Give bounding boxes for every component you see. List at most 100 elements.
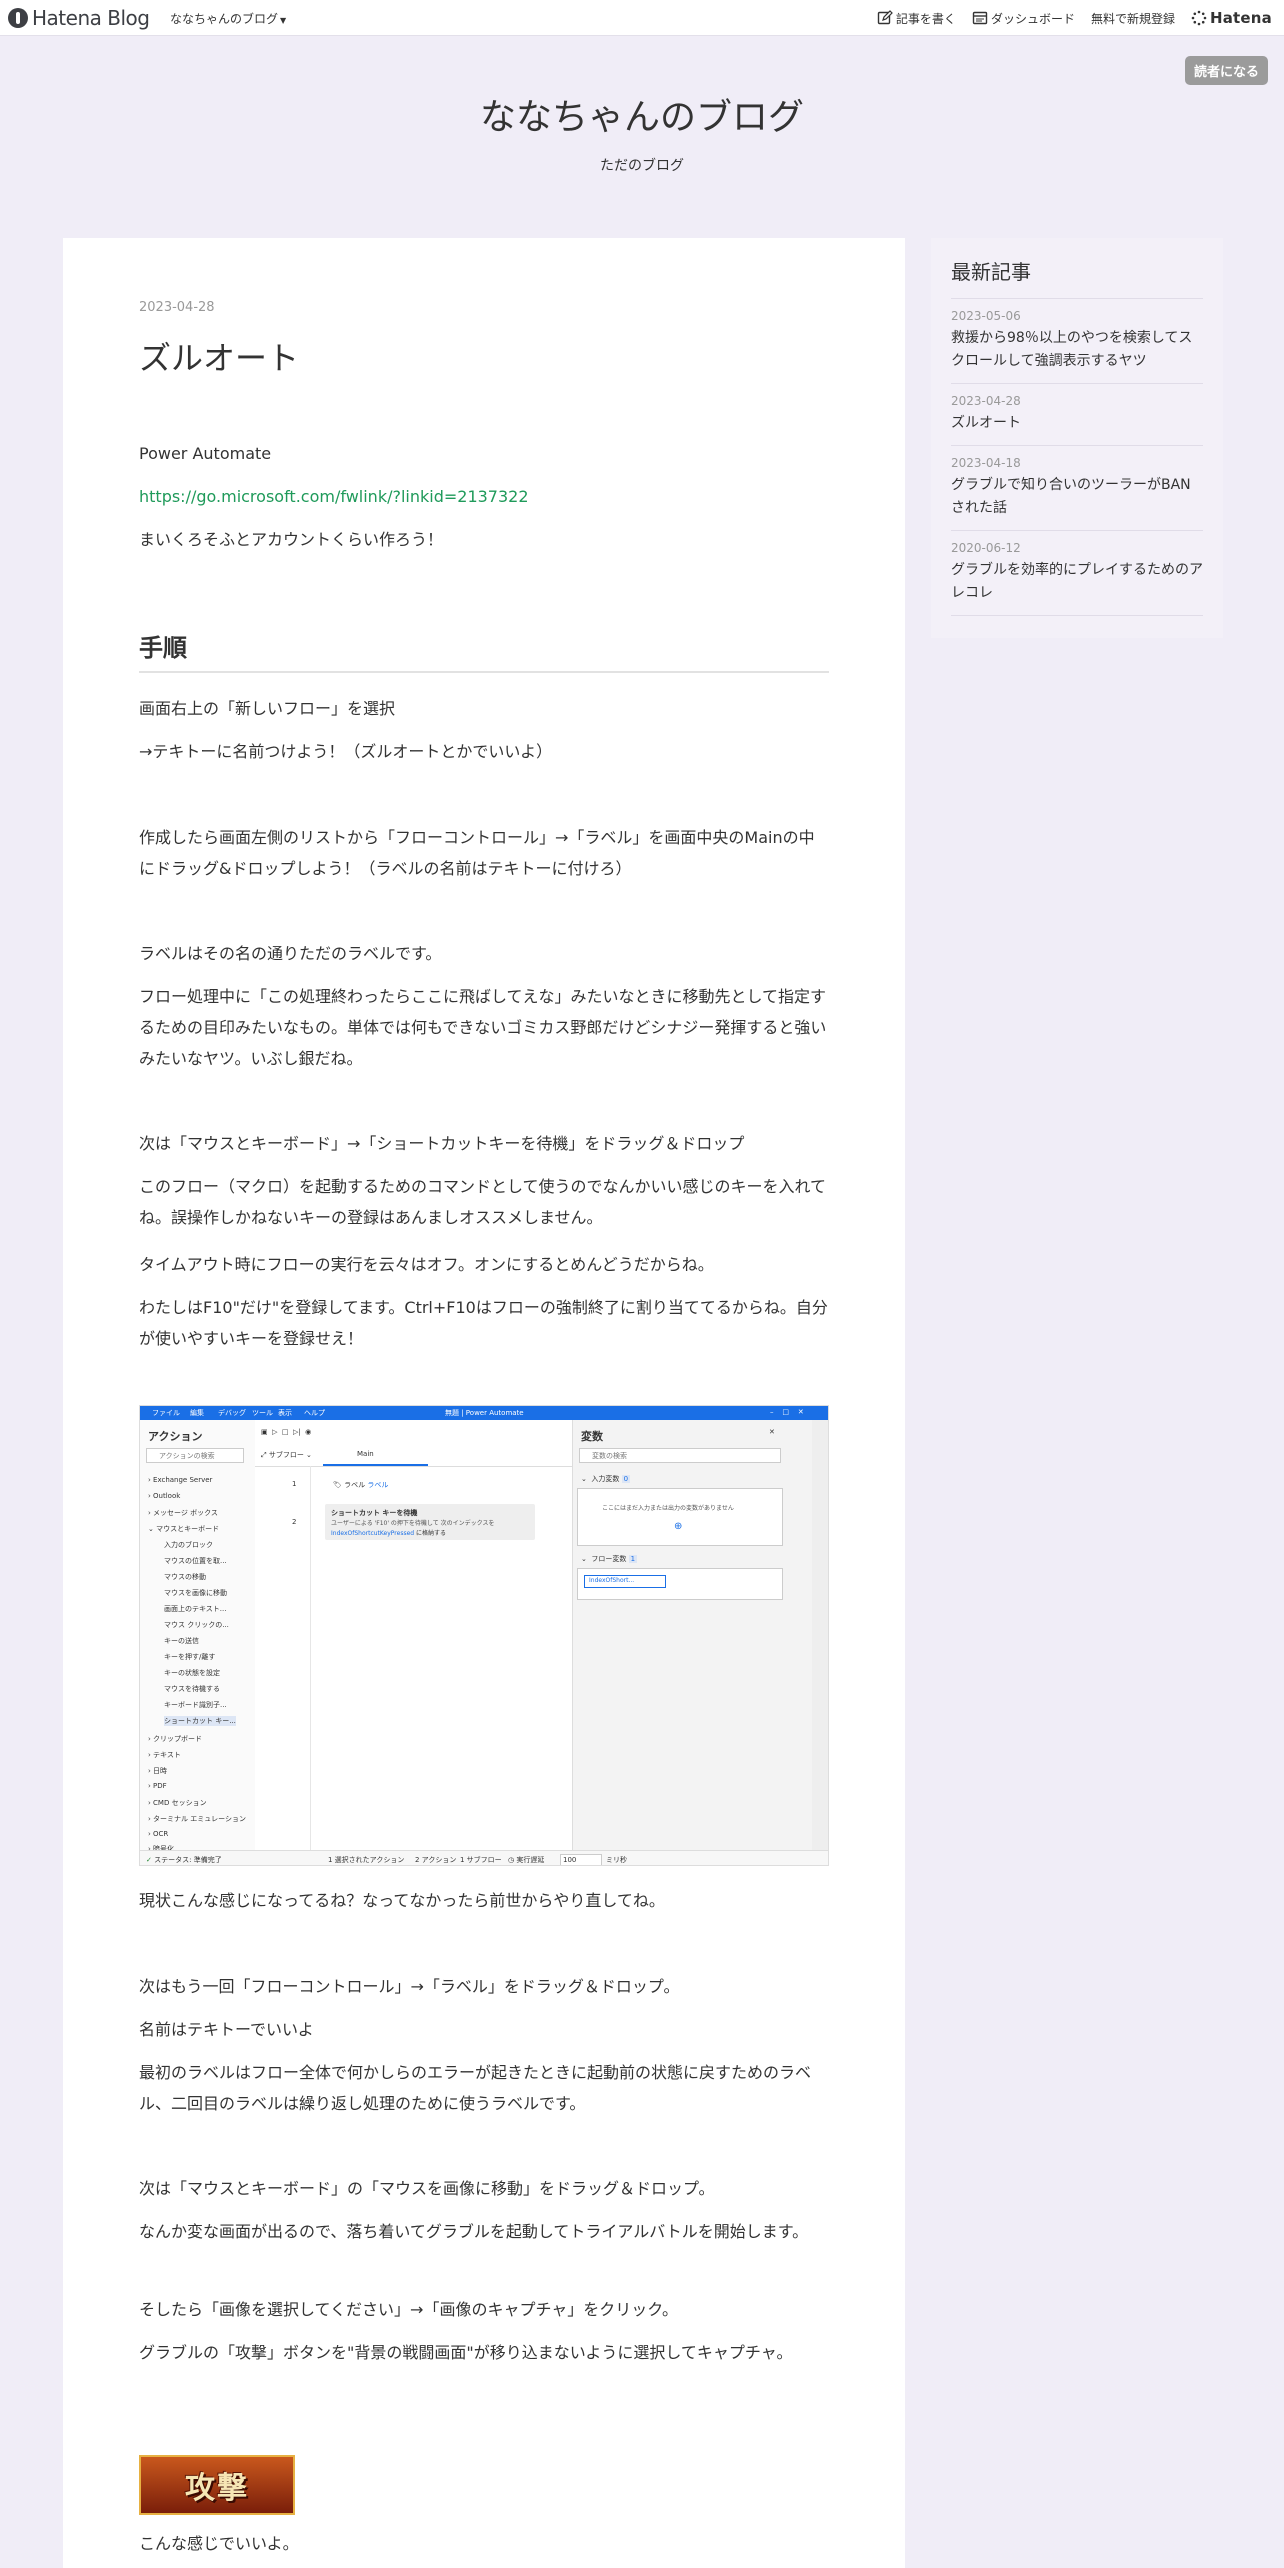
pa-actions-search-placeholder: アクションの検索 xyxy=(159,1452,215,1460)
pa-flow-var-chip: IndexOfShort... xyxy=(584,1575,666,1588)
pa-tree-item: 画面上のテキスト... xyxy=(164,1605,227,1613)
pa-icon-strip xyxy=(812,1420,828,1850)
entry-date[interactable]: 2023-04-28 xyxy=(139,300,829,315)
pa-tree-item: マウスの位置を取... xyxy=(164,1557,227,1565)
paragraph: 画面右上の「新しいフロー」を選択 xyxy=(139,699,396,718)
pa-variables-search: 変数の検索 xyxy=(579,1448,781,1463)
pa-menu-item: ツール xyxy=(252,1409,273,1417)
pa-menu-item: ファイル xyxy=(152,1409,180,1417)
dashboard-link[interactable]: ダッシュボード xyxy=(972,10,1075,27)
paragraph: →テキトーに名前つけよう！（ズルオートとかでいいよ） xyxy=(139,742,553,761)
recent-entry-date: 2023-04-28 xyxy=(951,394,1021,408)
article-header: 2023-04-28 ズルオート xyxy=(139,300,829,379)
pa-tree-label: テキスト xyxy=(153,1751,181,1759)
paragraph: 最初のラベルはフロー全体で何かしらのエラーが起きたときに起動前の状態に戻すための… xyxy=(139,2063,812,2113)
paragraph: このフロー（マクロ）を起動するためのコマンドとして使うのでなんかいい感じのキーを… xyxy=(139,1177,827,1227)
entry-title[interactable]: ズルオート xyxy=(139,333,829,379)
logo-text: Hatena Blog xyxy=(32,6,150,30)
write-entry-link[interactable]: 記事を書く xyxy=(877,10,956,27)
pa-flow-vars-header: ⌄ フロー変数 1 xyxy=(581,1555,638,1563)
pa-step-card: ショートカット キーを待機 ユーザーによる 'F10' の押下を待機して 次のイ… xyxy=(325,1504,535,1540)
pa-tree-item: ショートカット キー... xyxy=(164,1716,236,1726)
header-nav: 記事を書く ダッシュボード 無料で新規登録 Hatena xyxy=(861,0,1272,36)
pa-designer-pane: ▣ ▷ □ ▷| ◉ ⤢ サブフロー ⌄ Main 1 🏷 ラベル ラベル 2 … xyxy=(255,1420,572,1850)
paragraph: グラブルの「攻撃」ボタンを"背景の戦闘画面"が移り込まないように選択してキャプチ… xyxy=(139,2343,793,2362)
pa-flow-vars-label: フロー変数 xyxy=(591,1555,627,1563)
pa-step-label-text: ラベル xyxy=(344,1481,366,1489)
paragraph: まいくろそふとアカウントくらい作ろう！ xyxy=(139,530,444,549)
write-entry-label: 記事を書く xyxy=(895,11,956,26)
blog-title[interactable]: ななちゃんのブログ xyxy=(0,88,1284,140)
hatena-dots-icon xyxy=(1191,10,1207,26)
pa-tree-item: › CMD セッション xyxy=(148,1799,207,1807)
pa-flow-var-chip-label: IndexOfShort... xyxy=(589,1577,635,1584)
pa-step-number: 1 xyxy=(292,1480,297,1488)
pa-status-delay-label: 実行遅延 xyxy=(516,1856,545,1864)
paragraph: 次はもう一回「フローコントロール」→「ラベル」をドラッグ＆ドロップ。 xyxy=(139,1977,680,1996)
caret-down-icon: ▼ xyxy=(280,16,287,25)
blog-description: ただのブログ xyxy=(600,158,684,174)
paragraph: フロー処理中に「この処理終わったらここに飛ばしてえな」みたいなときに移動先として… xyxy=(139,987,827,1068)
pa-tree-label: メッセージ ボックス xyxy=(153,1509,218,1517)
pa-menu-item: 編集 xyxy=(190,1409,204,1417)
dashboard-label: ダッシュボード xyxy=(990,11,1075,26)
pa-status-ready: ✓ ステータス: 準備完了 xyxy=(146,1856,222,1864)
paragraph: 次は「マウスとキーボード」の「マウスを画像に移動」をドラッグ＆ドロップ。 xyxy=(139,2179,715,2198)
pa-gutter-line xyxy=(310,1466,311,1850)
pa-window-title: 無題 | Power Automate xyxy=(445,1409,524,1417)
pa-status-ready-text: ステータス: 準備完了 xyxy=(154,1856,222,1864)
pa-step-label: 🏷 ラベル ラベル xyxy=(333,1481,389,1489)
pa-tree-item: › ターミナル エミュレーション xyxy=(148,1815,246,1823)
recent-entry: 2023-05-06 救援から98％以上のやつを検索してスクロールして強調表示す… xyxy=(951,298,1203,383)
pa-tree-label: Outlook xyxy=(153,1492,181,1500)
pa-tree-item: › 日時 xyxy=(148,1767,168,1775)
pa-variables-search-placeholder: 変数の検索 xyxy=(592,1452,627,1460)
pa-menu-item: 表示 xyxy=(278,1409,292,1417)
pa-input-vars-count: 0 xyxy=(621,1475,631,1483)
pa-input-vars-box: ここにはまだ入力または出力の変数がありません ⊕ xyxy=(577,1488,783,1546)
pa-tree-label: CMD セッション xyxy=(153,1799,207,1807)
pa-statusbar: ✓ ステータス: 準備完了 1 選択されたアクション 2 アクション 1 サブフ… xyxy=(140,1850,828,1865)
pa-tree-item: 入力のブロック xyxy=(164,1541,213,1549)
hatena-blog-logo[interactable]: Hatena Blog xyxy=(8,6,150,30)
pa-tree-item: キーの状態を設定 xyxy=(164,1669,220,1677)
recent-entry-date: 2020-06-12 xyxy=(951,541,1021,555)
pa-tree-item: › OCR xyxy=(148,1830,169,1838)
pa-variables-title: 変数 xyxy=(581,1430,603,1443)
blog-dropdown[interactable]: ななちゃんのブログ ▼ xyxy=(170,10,286,27)
pa-delay-value: 100 xyxy=(563,1856,577,1864)
signup-link[interactable]: 無料で新規登録 xyxy=(1091,10,1175,27)
pa-tree-item: マウスを待機する xyxy=(164,1685,220,1693)
pa-tree-item: › Outlook xyxy=(148,1492,181,1500)
pa-actions-pane: アクション アクションの検索 › Exchange Server › Outlo… xyxy=(140,1420,256,1853)
recent-entry-link[interactable]: 救援から98％以上のやつを検索してスクロールして強調表示するヤツ xyxy=(951,327,1203,373)
paragraph: Power Automate xyxy=(139,444,272,463)
pa-step-card-title: ショートカット キーを待機 xyxy=(331,1509,418,1517)
pa-tree-label: 日時 xyxy=(153,1767,168,1775)
paragraph: タイムアウト時にフローの実行を云々はオフ。オンにするとめんどうだからね。 xyxy=(139,1255,714,1274)
pa-tree-item: マウス クリックの... xyxy=(164,1621,229,1629)
power-automate-link[interactable]: https://go.microsoft.com/fwlink/?linkid=… xyxy=(139,487,529,506)
subscribe-button[interactable]: 読者になる xyxy=(1184,56,1268,85)
main-content: 2023-04-28 ズルオート Power Automate https://… xyxy=(63,238,905,2568)
recent-entry-link[interactable]: ズルオート xyxy=(951,412,1203,435)
pa-step-var-name: IndexOfShortcutKeyPressed xyxy=(331,1530,415,1537)
recent-entry-date: 2023-05-06 xyxy=(951,309,1021,323)
pa-tree-item: キーの送信 xyxy=(164,1637,199,1645)
hatena-menu-link[interactable]: Hatena xyxy=(1191,9,1272,27)
power-automate-screenshot: ファイル 編集 デバッグ ツール 表示 ヘルプ 無題 | Power Autom… xyxy=(139,1405,829,1866)
pa-subflow-label: サブフロー xyxy=(268,1451,304,1459)
sidebar-recent-entries: 最新記事 2023-05-06 救援から98％以上のやつを検索してスクロールして… xyxy=(931,238,1223,638)
pa-tree-label: マウスとキーボード xyxy=(156,1525,220,1533)
pa-tree-item: › Exchange Server xyxy=(148,1476,213,1484)
signup-label: 無料で新規登録 xyxy=(1090,11,1175,26)
pa-subflow-dropdown: ⤢ サブフロー ⌄ xyxy=(261,1451,312,1459)
recent-entry-link[interactable]: グラブルを効率的にプレイするためのアレコレ xyxy=(951,559,1203,605)
paragraph: わたしはF10"だけ"を登録してます。Ctrl+F10はフローの強制終了に割り当… xyxy=(139,1298,828,1348)
pa-tree-item: ⌄ マウスとキーボード xyxy=(148,1525,220,1533)
pa-step-var-suffix: に格納する xyxy=(416,1530,447,1537)
recent-entry-link[interactable]: グラブルで知り合いのツーラーがBANされた話 xyxy=(951,474,1203,520)
pa-tree-item: キーボード識別子... xyxy=(164,1701,227,1709)
paragraph: 次は「マウスとキーボード」→「ショートカットキーを待機」をドラッグ＆ドロップ xyxy=(139,1134,745,1153)
pa-main-tab: Main xyxy=(357,1450,374,1458)
